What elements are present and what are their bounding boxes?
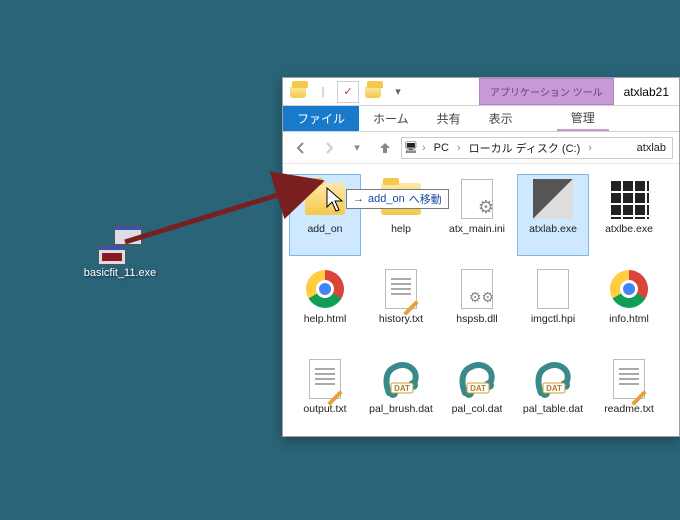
tab-view[interactable]: 表示 bbox=[475, 106, 527, 131]
svg-text:DAT: DAT bbox=[470, 384, 486, 393]
navigation-bar: ▾ 🖥 › PC › ローカル ディスク (C:) › atxlab bbox=[283, 132, 679, 164]
file-item[interactable]: hspsb.dll bbox=[441, 264, 513, 346]
file-item[interactable]: history.txt bbox=[365, 264, 437, 346]
folder-icon bbox=[303, 177, 347, 221]
file-label: pal_col.dat bbox=[452, 403, 503, 415]
file-label: output.txt bbox=[303, 403, 346, 415]
pc-icon: 🖥 bbox=[404, 141, 418, 154]
crumb-pc[interactable]: PC bbox=[430, 142, 453, 154]
exe-icon bbox=[98, 225, 142, 265]
file-item[interactable]: info.html bbox=[593, 264, 665, 346]
drop-tooltip: → add_on へ移動 bbox=[346, 189, 449, 209]
dll-file-icon bbox=[455, 267, 499, 311]
file-label: readme.txt bbox=[604, 403, 654, 415]
history-dropdown[interactable]: ▾ bbox=[345, 136, 369, 160]
ini-file-icon bbox=[455, 177, 499, 221]
file-label: imgctl.hpi bbox=[531, 313, 575, 325]
file-item[interactable]: atx_main.ini bbox=[441, 174, 513, 256]
explorer-window[interactable]: | ✓ ▾ アプリケーション ツール atxlab21 ファイル ホーム 共有 … bbox=[282, 77, 680, 437]
hpi-file-icon bbox=[531, 267, 575, 311]
crumb-folder[interactable]: atxlab bbox=[633, 142, 670, 154]
contextual-tab-label: アプリケーション ツール bbox=[479, 78, 614, 105]
file-item[interactable]: DAT pal_table.dat bbox=[517, 354, 589, 436]
forward-button[interactable] bbox=[317, 136, 341, 160]
ribbon-tabs: ファイル ホーム 共有 表示 管理 bbox=[283, 106, 679, 132]
drop-tooltip-target: add_on bbox=[368, 193, 405, 205]
file-item[interactable]: DAT pal_col.dat bbox=[441, 354, 513, 436]
file-label: pal_table.dat bbox=[523, 403, 583, 415]
chevron-right-icon[interactable]: › bbox=[455, 142, 463, 154]
file-label: atxlab.exe bbox=[529, 223, 577, 235]
exe-icon bbox=[531, 177, 575, 221]
text-file-icon bbox=[303, 357, 347, 401]
qat-customize-icon[interactable]: ▾ bbox=[387, 81, 409, 103]
qat-dropdown-icon[interactable] bbox=[362, 81, 384, 103]
folder-icon bbox=[287, 81, 309, 103]
crumb-drive[interactable]: ローカル ディスク (C:) bbox=[465, 140, 585, 156]
file-item[interactable]: atxlbe.exe bbox=[593, 174, 665, 256]
tab-share[interactable]: 共有 bbox=[423, 106, 475, 131]
file-item[interactable]: atxlab.exe bbox=[517, 174, 589, 256]
file-item[interactable]: add_on bbox=[289, 174, 361, 256]
file-label: history.txt bbox=[379, 313, 423, 325]
tab-file[interactable]: ファイル bbox=[283, 106, 359, 131]
file-label: info.html bbox=[609, 313, 649, 325]
file-item[interactable]: imgctl.hpi bbox=[517, 264, 589, 346]
dat-file-icon: DAT bbox=[531, 357, 575, 401]
drop-tooltip-suffix: へ移動 bbox=[409, 191, 442, 207]
dat-file-icon: DAT bbox=[455, 357, 499, 401]
chevron-right-icon[interactable]: › bbox=[420, 142, 428, 154]
quick-access-toolbar: | ✓ ▾ bbox=[283, 78, 409, 105]
svg-text:DAT: DAT bbox=[546, 384, 562, 393]
address-bar[interactable]: 🖥 › PC › ローカル ディスク (C:) › atxlab bbox=[401, 137, 673, 159]
tab-manage[interactable]: 管理 bbox=[557, 106, 609, 131]
file-label: pal_brush.dat bbox=[369, 403, 433, 415]
desktop-file[interactable]: basicfit_11.exe bbox=[75, 225, 165, 279]
svg-text:DAT: DAT bbox=[394, 384, 410, 393]
titlebar[interactable]: | ✓ ▾ アプリケーション ツール atxlab21 bbox=[283, 78, 679, 106]
file-label: add_on bbox=[307, 223, 342, 235]
file-label: hspsb.dll bbox=[456, 313, 497, 325]
file-item[interactable]: DAT pal_brush.dat bbox=[365, 354, 437, 436]
chevron-right-icon[interactable]: › bbox=[586, 142, 594, 154]
move-arrow-icon: → bbox=[353, 193, 364, 205]
file-item[interactable]: readme.txt bbox=[593, 354, 665, 436]
chrome-html-icon bbox=[303, 267, 347, 311]
tab-home[interactable]: ホーム bbox=[359, 106, 423, 131]
up-button[interactable] bbox=[373, 136, 397, 160]
file-item[interactable]: output.txt bbox=[289, 354, 361, 436]
file-label: help.html bbox=[304, 313, 347, 325]
desktop-file-label: basicfit_11.exe bbox=[75, 267, 165, 279]
text-file-icon bbox=[607, 357, 651, 401]
exe-icon bbox=[607, 177, 651, 221]
file-label: help bbox=[391, 223, 411, 235]
file-label: atx_main.ini bbox=[449, 223, 505, 235]
file-item[interactable]: help.html bbox=[289, 264, 361, 346]
dat-file-icon: DAT bbox=[379, 357, 423, 401]
window-title: atxlab21 bbox=[614, 78, 679, 105]
text-file-icon bbox=[379, 267, 423, 311]
contextual-tab-group: アプリケーション ツール bbox=[479, 78, 614, 105]
file-label: atxlbe.exe bbox=[605, 223, 653, 235]
chrome-html-icon bbox=[607, 267, 651, 311]
qat-separator: | bbox=[312, 81, 334, 103]
file-list[interactable]: add_onhelpatx_main.iniatxlab.exeatxlbe.e… bbox=[283, 164, 679, 436]
back-button[interactable] bbox=[289, 136, 313, 160]
qat-check-icon[interactable]: ✓ bbox=[337, 81, 359, 103]
file-item[interactable]: help bbox=[365, 174, 437, 256]
